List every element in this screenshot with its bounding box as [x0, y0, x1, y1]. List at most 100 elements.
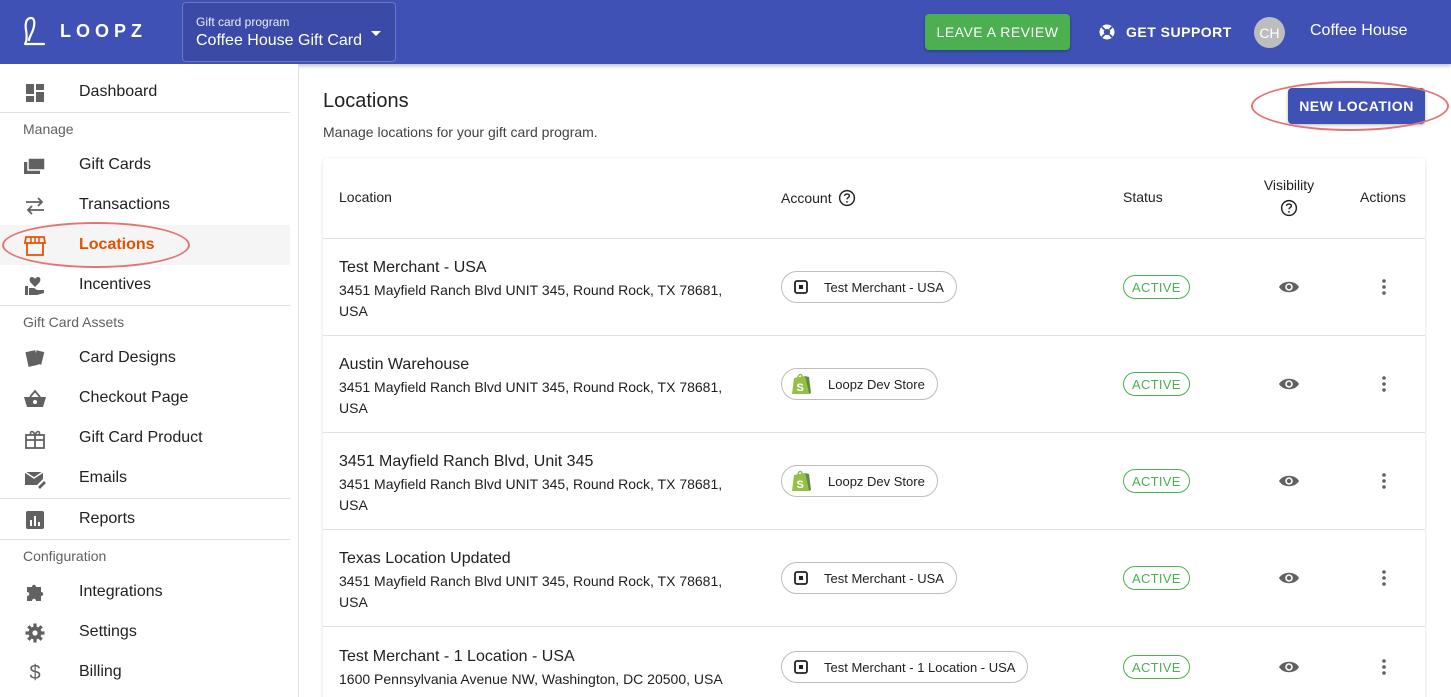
get-support-label: GET SUPPORT — [1126, 24, 1232, 40]
status-badge: ACTIVE — [1123, 655, 1190, 679]
sidebar-item-label: Settings — [79, 623, 137, 640]
loopz-logo[interactable]: LOOPZ — [22, 16, 147, 46]
sidebar-item-billing[interactable]: $ Billing — [0, 652, 290, 692]
divider — [0, 112, 290, 113]
account-chip[interactable]: S Loopz Dev Store — [781, 368, 938, 400]
divider — [0, 305, 290, 306]
svg-text:S: S — [797, 382, 804, 394]
new-location-button[interactable]: NEW LOCATION — [1288, 88, 1425, 124]
sidebar-item-label: Card Designs — [79, 349, 176, 366]
more-vertical-icon[interactable] — [1372, 655, 1396, 679]
table-row[interactable]: Austin Warehouse 3451 Mayfield Ranch Blv… — [323, 335, 1425, 432]
column-header-label: Location — [339, 189, 392, 205]
page-subtitle: Manage locations for your gift card prog… — [323, 124, 598, 140]
program-select-value: Coffee House Gift Card — [196, 32, 363, 49]
column-header-label: Status — [1123, 189, 1163, 205]
location-address: 3451 Mayfield Ranch Blvd UNIT 345, Round… — [339, 573, 723, 610]
table-row[interactable]: Test Merchant - USA 3451 Mayfield Ranch … — [323, 238, 1425, 335]
sidebar-item-label: Checkout Page — [79, 389, 189, 406]
sidebar-item-label: Gift Cards — [79, 156, 152, 173]
help-circle-icon[interactable] — [838, 189, 856, 207]
store-icon — [23, 234, 47, 258]
bar-chart-icon — [23, 508, 47, 532]
sidebar-item-integrations[interactable]: Integrations — [0, 572, 290, 612]
location-address: 3451 Mayfield Ranch Blvd UNIT 345, Round… — [339, 379, 723, 416]
section-heading-configuration: Configuration — [23, 548, 107, 564]
sidebar-item-label: Gift Card Product — [79, 429, 203, 446]
column-header-label: Account — [781, 190, 832, 206]
account-chip-label: Test Merchant - 1 Location - USA — [824, 659, 1016, 675]
shopify-bag-icon: S — [790, 372, 812, 396]
section-heading-manage: Manage — [23, 121, 74, 137]
divider — [0, 539, 290, 540]
eye-icon[interactable] — [1277, 372, 1301, 396]
page-title: Locations — [323, 90, 409, 112]
help-circle-icon[interactable] — [1280, 199, 1298, 217]
card-designs-icon — [23, 347, 47, 371]
eye-icon[interactable] — [1277, 655, 1301, 679]
leave-review-button[interactable]: LEAVE A REVIEW — [925, 14, 1070, 50]
square-pos-icon — [794, 660, 808, 674]
more-vertical-icon[interactable] — [1372, 566, 1396, 590]
gift-card-program-select[interactable]: Gift card program Coffee House Gift Card — [182, 2, 396, 62]
account-chip-label: Test Merchant - USA — [824, 570, 944, 586]
sidebar-item-reports[interactable]: Reports — [0, 499, 290, 539]
column-header-account: Account — [781, 189, 856, 207]
account-chip[interactable]: S Loopz Dev Store — [781, 465, 938, 497]
location-address: 3451 Mayfield Ranch Blvd UNIT 345, Round… — [339, 282, 723, 319]
sidebar-item-emails[interactable]: Emails — [0, 458, 290, 498]
more-vertical-icon[interactable] — [1372, 372, 1396, 396]
sidebar-item-label: Integrations — [79, 583, 163, 600]
status-badge: ACTIVE — [1123, 469, 1190, 493]
table-row[interactable]: Texas Location Updated 3451 Mayfield Ran… — [323, 529, 1425, 626]
account-chip[interactable]: Test Merchant - USA — [781, 271, 957, 303]
account-chip[interactable]: Test Merchant - USA — [781, 562, 957, 594]
program-select-label: Gift card program — [196, 15, 290, 29]
sidebar-item-dashboard[interactable]: Dashboard — [0, 72, 290, 112]
table-row[interactable]: 3451 Mayfield Ranch Blvd, Unit 345 3451 … — [323, 432, 1425, 529]
eye-icon[interactable] — [1277, 469, 1301, 493]
table-row[interactable]: Test Merchant - 1 Location - USA 1600 Pe… — [323, 626, 1425, 697]
top-app-bar: LOOPZ Gift card program Coffee House Gif… — [0, 0, 1451, 64]
column-header-label: Actions — [1360, 189, 1406, 205]
puzzle-icon — [23, 581, 47, 605]
location-name: Austin Warehouse — [339, 356, 470, 373]
location-name: 3451 Mayfield Ranch Blvd, Unit 345 — [339, 453, 594, 470]
sidebar-item-card-designs[interactable]: Card Designs — [0, 338, 290, 378]
loopz-logo-icon — [23, 16, 46, 46]
status-badge: ACTIVE — [1123, 372, 1190, 396]
sidebar-item-transactions[interactable]: Transactions — [0, 185, 290, 225]
eye-icon[interactable] — [1277, 566, 1301, 590]
more-vertical-icon[interactable] — [1372, 469, 1396, 493]
swap-arrows-icon — [23, 194, 47, 218]
logo-text: LOOPZ — [60, 20, 147, 41]
gift-box-icon — [23, 427, 47, 451]
location-name: Test Merchant - 1 Location - USA — [339, 648, 575, 665]
column-header-visibility: Visibility — [1261, 177, 1317, 217]
location-address: 1600 Pennsylvania Avenue NW, Washington,… — [339, 671, 723, 687]
heart-hand-icon — [23, 274, 47, 298]
gear-icon — [23, 621, 47, 645]
sidebar-item-gift-card-product[interactable]: Gift Card Product — [0, 418, 290, 458]
user-name[interactable]: Coffee House — [1310, 22, 1408, 40]
user-avatar[interactable]: CH — [1254, 17, 1285, 48]
sidebar-item-incentives[interactable]: Incentives — [0, 265, 290, 305]
sidebar-item-locations[interactable]: Locations — [0, 225, 290, 265]
status-badge: ACTIVE — [1123, 566, 1190, 590]
sidebar-item-gift-cards[interactable]: Gift Cards — [0, 145, 290, 185]
locations-table: Location Account Status Visibility Actio… — [323, 158, 1425, 697]
sidebar-item-settings[interactable]: Settings — [0, 612, 290, 652]
location-name: Test Merchant - USA — [339, 259, 487, 276]
column-header-actions: Actions — [1360, 189, 1406, 205]
more-vertical-icon[interactable] — [1372, 275, 1396, 299]
get-support-button[interactable]: GET SUPPORT — [1098, 14, 1232, 50]
sidebar-item-label: Billing — [79, 663, 122, 680]
sidebar-item-checkout-page[interactable]: Checkout Page — [0, 378, 290, 418]
account-chip[interactable]: Test Merchant - 1 Location - USA — [781, 651, 1029, 683]
sidebar-item-label: Transactions — [79, 196, 170, 213]
sidebar: Dashboard Manage Gift Cards Transactions… — [0, 64, 299, 697]
eye-icon[interactable] — [1277, 275, 1301, 299]
dashboard-icon — [23, 81, 47, 105]
basket-icon — [23, 387, 47, 411]
column-header-status: Status — [1123, 189, 1163, 205]
